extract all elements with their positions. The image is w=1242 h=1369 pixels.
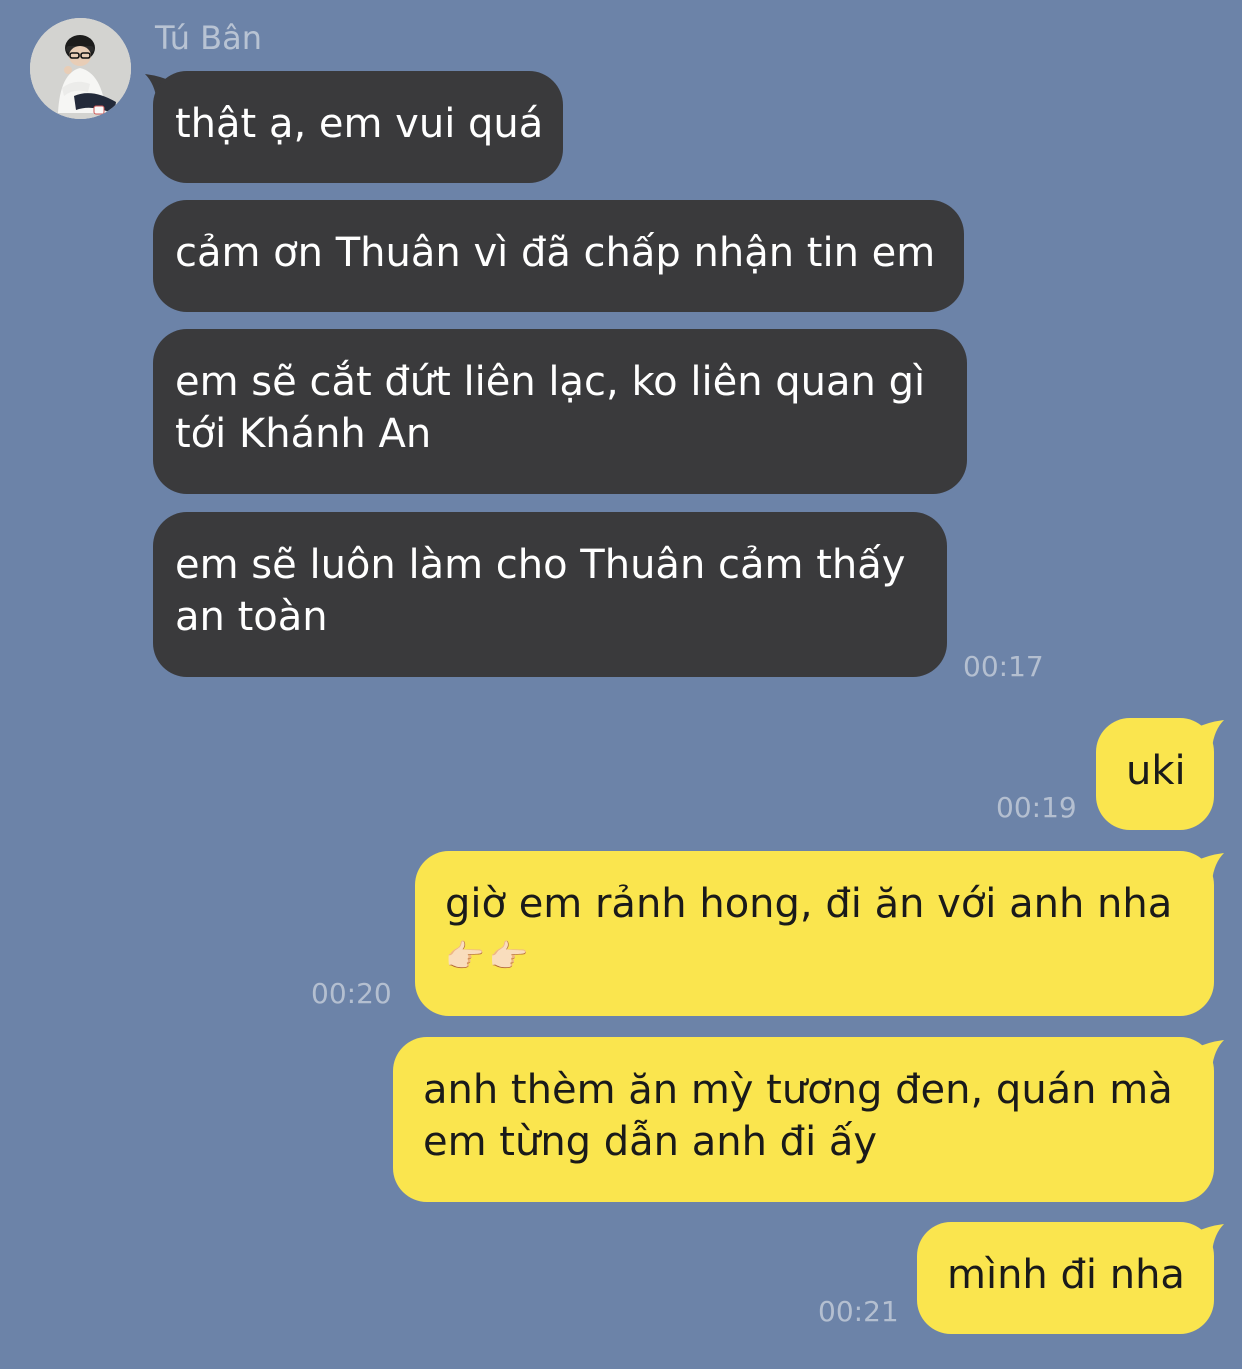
outgoing-message[interactable]: anh thèm ăn mỳ tương đen, quán mà em từn… bbox=[393, 1037, 1214, 1202]
message-timestamp: 00:20 bbox=[311, 977, 392, 1010]
incoming-message[interactable]: em sẽ luôn làm cho Thuân cảm thấy an toà… bbox=[153, 512, 947, 677]
message-text-line: em sẽ cắt đứt liên lạc, ko liên quan gì bbox=[175, 359, 926, 405]
outgoing-message[interactable]: giờ em rảnh hong, đi ăn với anh nha 👉🏻👉🏻 bbox=[415, 851, 1214, 1016]
message-text-line: tới Khánh An bbox=[175, 411, 432, 457]
message-timestamp: 00:17 bbox=[963, 650, 1044, 683]
message-text: cảm ơn Thuân vì đã chấp nhận tin em bbox=[175, 230, 936, 276]
contact-avatar[interactable] bbox=[30, 18, 131, 119]
message-text-line: anh thèm ăn mỳ tương đen, quán mà bbox=[423, 1067, 1173, 1113]
message-text-line: em từng dẫn anh đi ấy bbox=[423, 1119, 878, 1165]
incoming-message[interactable]: em sẽ cắt đứt liên lạc, ko liên quan gì … bbox=[153, 329, 967, 494]
message-text: uki bbox=[1126, 748, 1186, 794]
message-timestamp: 00:19 bbox=[996, 791, 1077, 824]
avatar-photo-icon bbox=[30, 18, 131, 119]
sender-name: Tú Bân bbox=[155, 19, 262, 57]
message-text: thật ạ, em vui quá bbox=[175, 101, 544, 147]
incoming-message[interactable]: cảm ơn Thuân vì đã chấp nhận tin em bbox=[153, 200, 964, 312]
outgoing-message[interactable]: mình đi nha bbox=[917, 1222, 1214, 1334]
incoming-message[interactable]: thật ạ, em vui quá bbox=[153, 71, 563, 183]
message-text-line: an toàn bbox=[175, 594, 328, 640]
message-text: mình đi nha bbox=[947, 1252, 1185, 1298]
message-timestamp: 00:21 bbox=[818, 1295, 899, 1328]
message-text-line: giờ em rảnh hong, đi ăn với anh nha bbox=[445, 881, 1173, 927]
pointing-emoji: 👉🏻👉🏻 bbox=[445, 937, 533, 975]
message-text-line: em sẽ luôn làm cho Thuân cảm thấy bbox=[175, 542, 906, 588]
outgoing-message[interactable]: uki bbox=[1096, 718, 1214, 830]
